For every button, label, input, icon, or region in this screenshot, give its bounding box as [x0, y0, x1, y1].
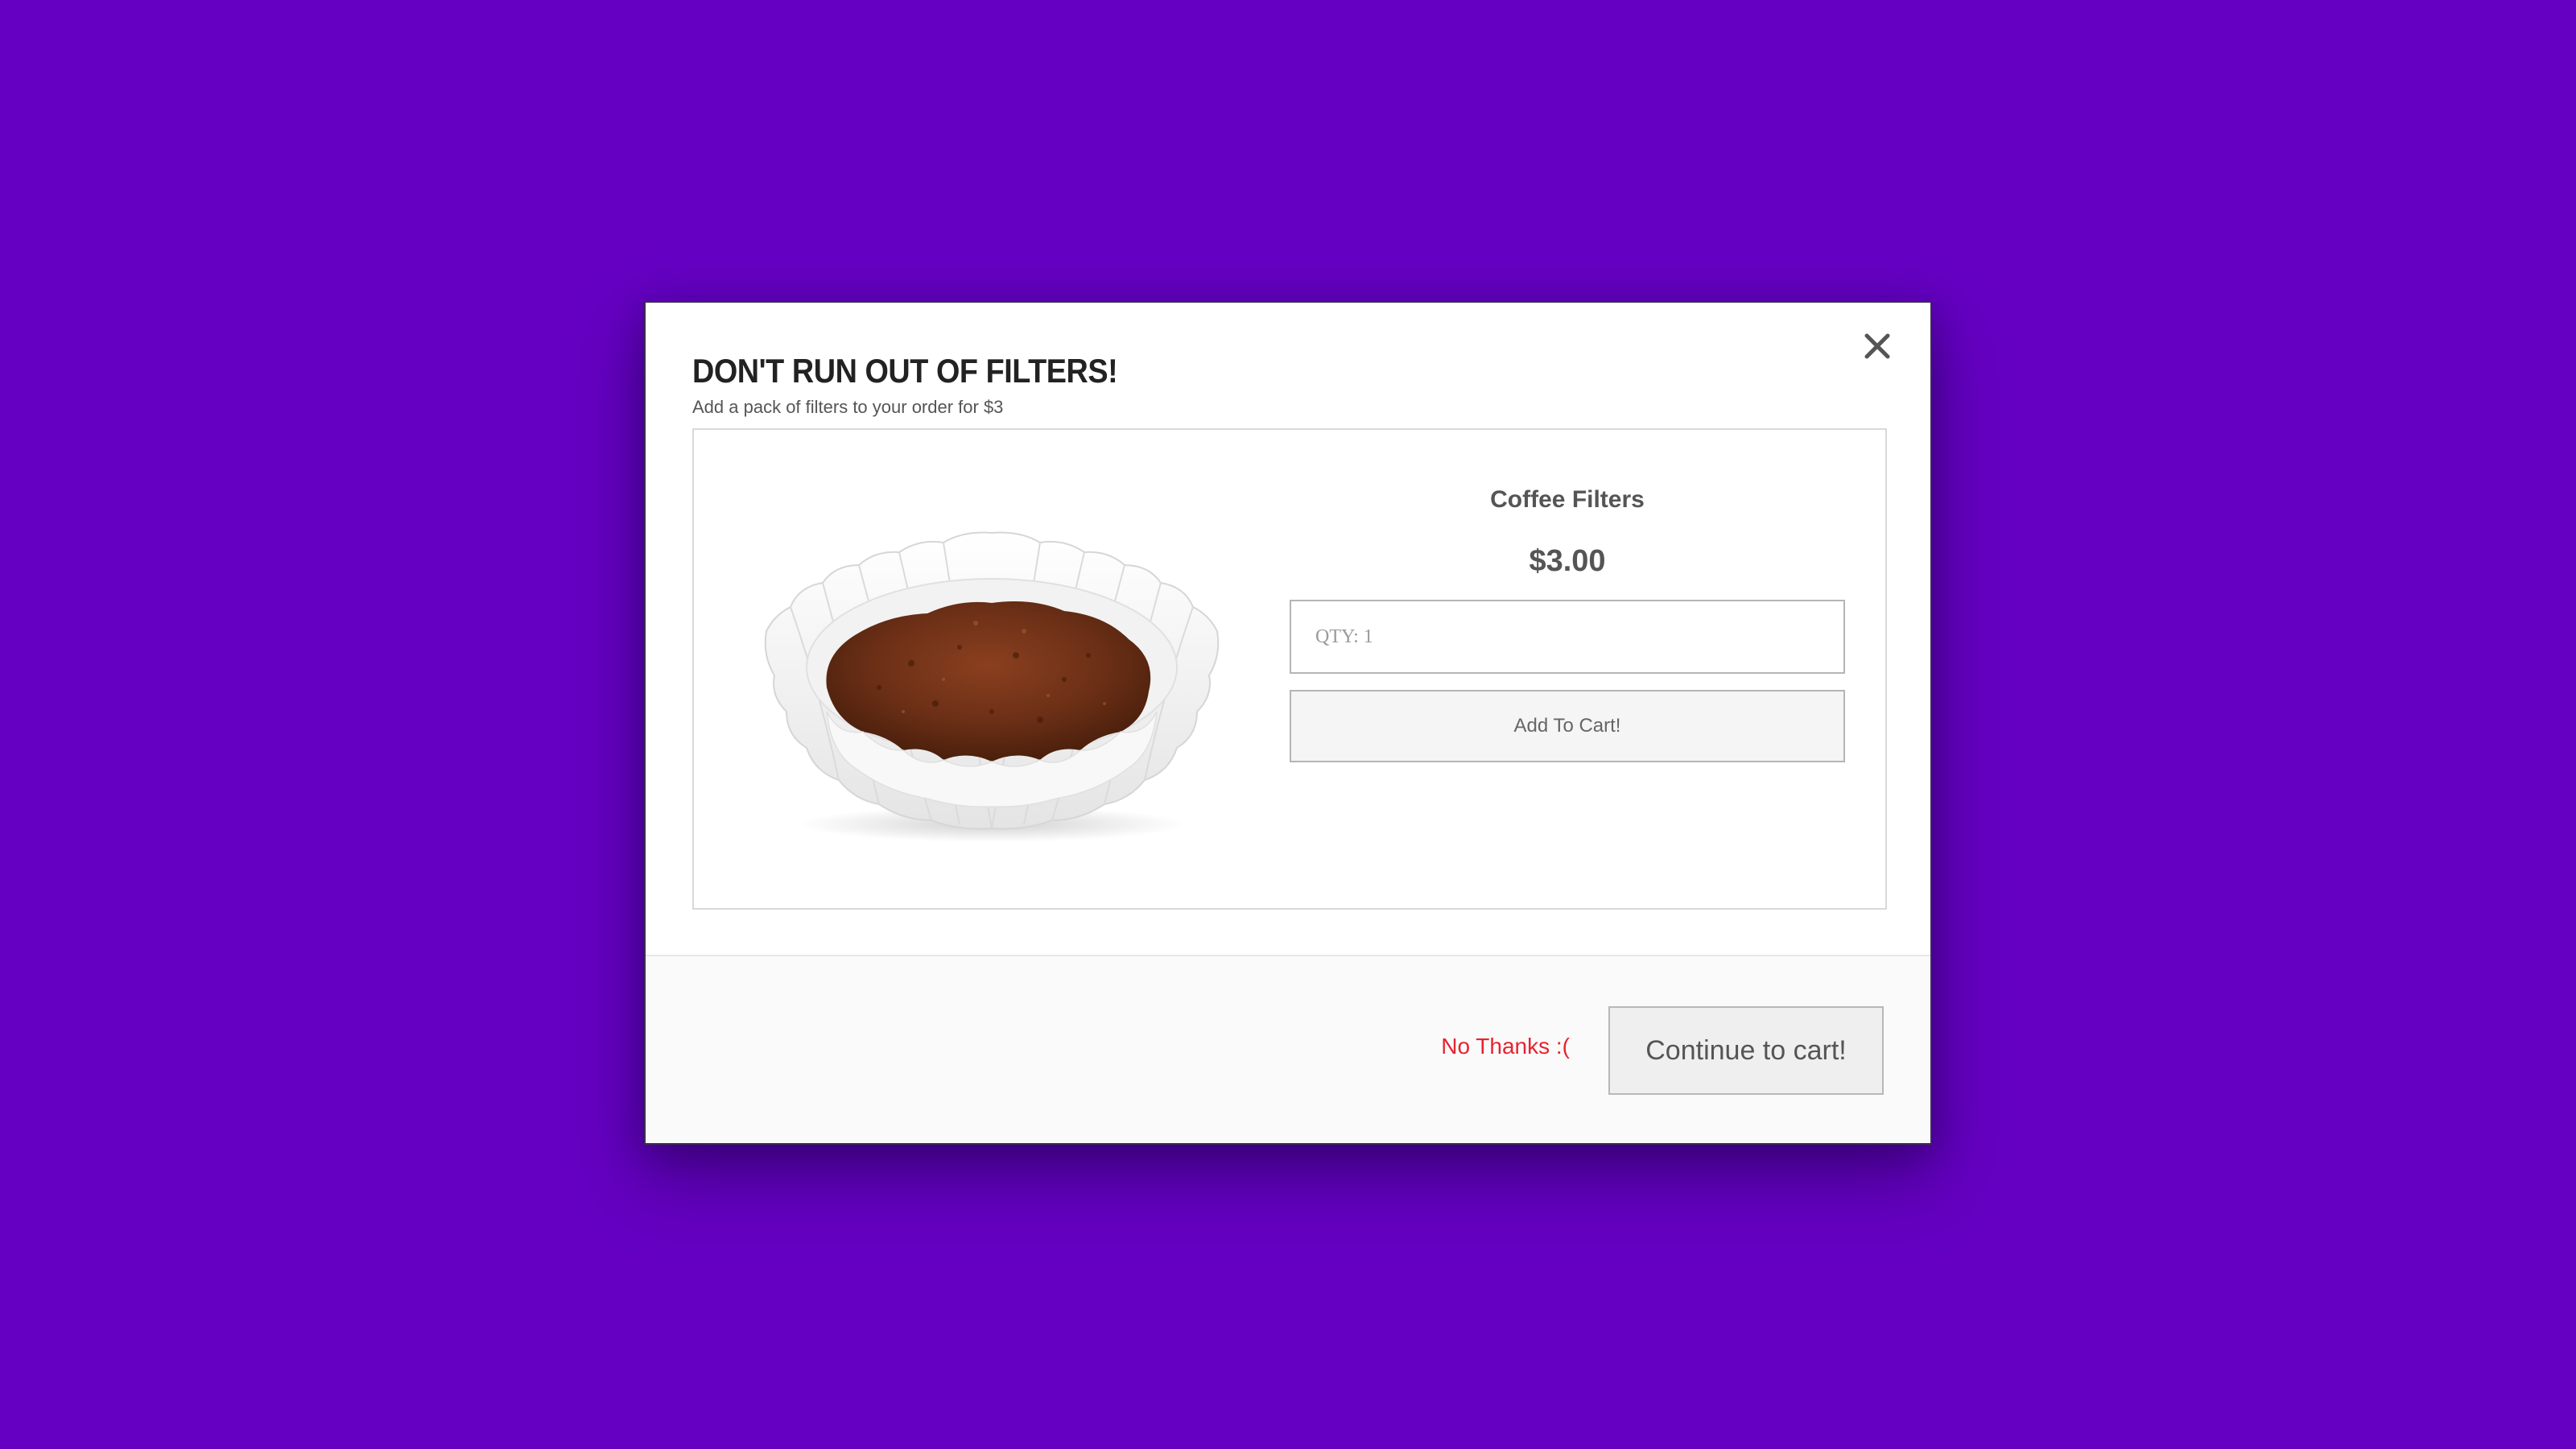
product-name: Coffee Filters: [1490, 486, 1645, 513]
modal-title: DON'T RUN OUT OF FILTERS!: [692, 352, 1118, 390]
upsell-modal: DON'T RUN OUT OF FILTERS! Add a pack of …: [644, 301, 1932, 1145]
quantity-input[interactable]: [1290, 600, 1845, 674]
modal-header: DON'T RUN OUT OF FILTERS! Add a pack of …: [692, 351, 1884, 419]
product-price: $3.00: [1529, 544, 1606, 578]
modal-footer: No Thanks :( Continue to cart!: [646, 955, 1930, 1143]
modal-subtitle: Add a pack of filters to your order for …: [692, 397, 1004, 418]
add-to-cart-button[interactable]: Add To Cart!: [1290, 690, 1845, 762]
product-card: Coffee Filters $3.00 Add To Cart!: [692, 428, 1887, 910]
continue-to-cart-button[interactable]: Continue to cart!: [1608, 1006, 1884, 1095]
product-info: Coffee Filters $3.00 Add To Cart!: [1290, 478, 1845, 762]
no-thanks-link[interactable]: No Thanks :(: [1441, 1034, 1570, 1059]
coffee-filter-image: [764, 531, 1220, 842]
